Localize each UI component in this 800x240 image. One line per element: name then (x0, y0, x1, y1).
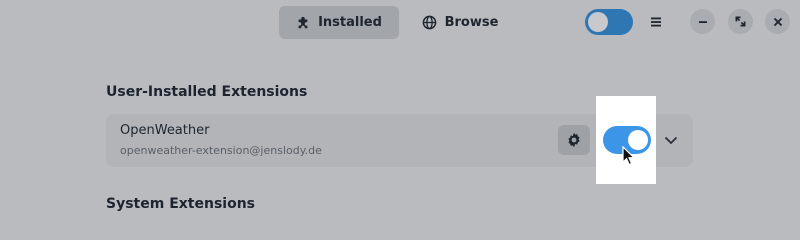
extension-name: OpenWeather (120, 123, 210, 138)
puzzle-icon (298, 16, 308, 28)
gear-icon (568, 132, 580, 148)
section-title-system-extensions: System Extensions (106, 196, 255, 212)
chevron-down-icon (664, 136, 678, 144)
tab-browse-label: Browse (444, 15, 499, 30)
tab-installed[interactable]: Installed (279, 6, 399, 39)
extension-settings-button[interactable] (558, 125, 590, 155)
hamburger-menu-icon (651, 17, 661, 27)
tab-browse[interactable]: Browse (413, 6, 507, 39)
extensions-master-toggle[interactable] (585, 9, 633, 35)
minimize-icon (698, 20, 707, 23)
toggle-knob (588, 12, 608, 32)
close-button[interactable] (765, 9, 790, 34)
close-icon (773, 17, 782, 26)
tab-installed-label: Installed (318, 15, 382, 30)
maximize-button[interactable] (728, 9, 753, 34)
extension-id: openweather-extension@jenslody.de (120, 144, 322, 157)
mouse-cursor-icon (622, 146, 636, 166)
maximize-icon (735, 16, 746, 27)
globe-icon (422, 15, 436, 30)
main-menu-button[interactable] (643, 9, 669, 35)
minimize-button[interactable] (690, 9, 715, 34)
extension-expand-button[interactable] (660, 129, 682, 151)
section-title-user-extensions: User-Installed Extensions (106, 84, 308, 100)
